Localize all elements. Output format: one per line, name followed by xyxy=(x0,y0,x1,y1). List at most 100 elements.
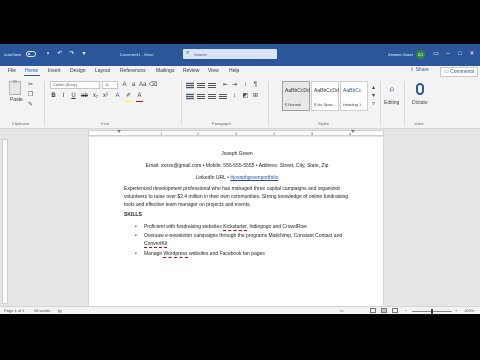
tab-review[interactable]: Review xyxy=(183,68,199,74)
styles-scroll-up-icon[interactable]: ▴ xyxy=(370,85,377,92)
italic-button[interactable]: I xyxy=(60,92,67,100)
skill-text: Manage xyxy=(144,251,164,257)
close-icon[interactable]: ✕ xyxy=(467,49,477,59)
search-input[interactable]: ⌕ Search xyxy=(183,49,277,59)
avatar[interactable]: ZG xyxy=(416,50,425,59)
read-mode-icon[interactable] xyxy=(370,308,376,313)
dictate-button[interactable]: Dictate xyxy=(412,100,428,107)
editing-button[interactable]: Editing xyxy=(384,100,399,107)
paste-icon[interactable] xyxy=(9,80,21,95)
tab-references[interactable]: References xyxy=(120,68,146,74)
word-count[interactable]: 98 words xyxy=(34,308,50,313)
document-page[interactable]: Joseph Green Email: xxxxx@gmail.com • Mo… xyxy=(88,137,384,306)
style-heading-1[interactable]: AaBbCc Heading 1 xyxy=(340,81,368,111)
zoom-in-icon[interactable]: + xyxy=(455,308,457,313)
linkedin-link[interactable]: #josephgreenportfolio xyxy=(230,175,278,181)
multilevel-list-icon[interactable] xyxy=(208,82,216,89)
format-painter-icon[interactable]: ✎ xyxy=(27,102,34,109)
video-letterbox-top xyxy=(0,0,480,44)
save-icon[interactable]: ▪ xyxy=(44,50,52,58)
shading-icon[interactable]: ◩ xyxy=(242,93,249,100)
styles-scroll-down-icon[interactable]: ▾ xyxy=(370,93,377,100)
bullets-icon[interactable] xyxy=(186,82,194,89)
change-case-icon[interactable]: Aa xyxy=(139,82,146,89)
grow-font-icon[interactable]: A xyxy=(121,82,128,89)
underline-button[interactable]: U xyxy=(70,92,77,100)
sort-icon[interactable]: ↕ xyxy=(242,82,249,89)
align-center-icon[interactable] xyxy=(197,93,205,100)
align-left-icon[interactable] xyxy=(186,93,194,100)
page-count[interactable]: Page 1 of 1 xyxy=(4,308,24,313)
autosave-toggle[interactable] xyxy=(26,51,36,57)
spelling-flag[interactable]: Wordpress xyxy=(163,251,188,258)
tab-mailings[interactable]: Mailings xyxy=(156,68,174,74)
web-layout-icon[interactable] xyxy=(392,308,398,313)
share-button[interactable]: ⇪ Share xyxy=(410,67,429,73)
resume-contact-line[interactable]: Email: xxxxx@gmail.com • Mobile: 555-555… xyxy=(89,163,385,169)
tab-help[interactable]: Help xyxy=(229,68,239,74)
increase-indent-icon[interactable]: ⇥ xyxy=(231,82,238,89)
skill-item[interactable]: Manage Wordpress websites and Facebook f… xyxy=(144,250,354,258)
tab-home[interactable]: Home xyxy=(25,68,38,74)
maximize-icon[interactable]: □ xyxy=(455,49,465,59)
copy-icon[interactable]: ❐ xyxy=(27,92,34,99)
tab-design[interactable]: Design xyxy=(70,68,86,74)
dictate-mic-icon[interactable] xyxy=(416,83,424,95)
spelling-flag[interactable]: Kickstarter xyxy=(223,224,247,231)
show-marks-icon[interactable]: ¶ xyxy=(252,82,259,89)
find-icon[interactable]: ⌕ xyxy=(385,83,399,97)
font-name-select[interactable]: Calibri (Body) xyxy=(50,81,100,89)
user-name[interactable]: Zeneco Gucci xyxy=(388,52,413,57)
align-right-icon[interactable] xyxy=(208,93,216,100)
styles-more-icon[interactable]: ▿ xyxy=(370,101,377,108)
customize-qat-icon[interactable]: ▾ xyxy=(80,50,88,58)
skill-item[interactable]: Proficient with fundraising websites Kic… xyxy=(144,223,354,231)
text-effects-icon[interactable]: A xyxy=(114,92,121,100)
shrink-font-icon[interactable]: a xyxy=(130,82,137,89)
strikethrough-button[interactable]: ab xyxy=(81,92,88,100)
paste-button-label[interactable]: Paste xyxy=(10,97,23,103)
bold-button[interactable]: B xyxy=(50,92,57,100)
tab-insert[interactable]: Insert xyxy=(48,68,61,74)
subscript-button[interactable]: x₂ xyxy=(92,92,99,100)
proofing-icon[interactable]: ▤ xyxy=(58,308,62,313)
clear-formatting-icon[interactable]: ⌫ xyxy=(149,82,157,89)
right-indent-marker[interactable] xyxy=(351,130,355,133)
spelling-flag[interactable]: ConvertKit xyxy=(144,241,168,248)
tab-file[interactable]: File xyxy=(8,68,16,74)
borders-icon[interactable]: ⊞ xyxy=(252,93,259,100)
ribbon-display-icon[interactable]: ▭ xyxy=(431,49,441,59)
indent-marker[interactable] xyxy=(117,130,121,133)
tab-layout[interactable]: Layout xyxy=(95,68,110,74)
redo-icon[interactable]: ↷ xyxy=(68,50,76,58)
highlight-icon[interactable]: ✐ xyxy=(125,92,132,100)
group-separator xyxy=(268,81,269,125)
minimize-icon[interactable]: – xyxy=(443,49,453,59)
decrease-indent-icon[interactable]: ⇤ xyxy=(222,82,229,89)
skills-heading[interactable]: SKILLS xyxy=(124,212,142,218)
line-spacing-icon[interactable]: ↕ xyxy=(231,93,238,100)
horizontal-ruler[interactable]: 1 2 3 4 5 6 xyxy=(88,130,384,136)
tab-view[interactable]: View xyxy=(208,68,219,74)
cut-icon[interactable]: ✂ xyxy=(27,82,34,89)
font-color-icon[interactable]: A xyxy=(136,92,143,100)
zoom-out-icon[interactable]: − xyxy=(405,308,407,313)
superscript-button[interactable]: x² xyxy=(102,92,109,100)
focus-icon[interactable]: ▭ xyxy=(340,308,344,313)
highlight-color-swatch xyxy=(125,101,132,102)
justify-icon[interactable] xyxy=(219,93,227,100)
style-normal[interactable]: AaBbCcDd ¶ Normal xyxy=(282,81,310,111)
numbering-icon[interactable] xyxy=(197,82,205,89)
resume-summary[interactable]: Experienced development professional who… xyxy=(124,185,352,209)
active-tab-indicator xyxy=(24,75,40,76)
skill-item[interactable]: Oversaw e-newsletter campaigns through t… xyxy=(144,232,354,248)
font-size-select[interactable]: 11 xyxy=(102,81,118,89)
print-layout-icon[interactable] xyxy=(381,308,387,313)
undo-icon[interactable]: ↶ xyxy=(56,50,64,58)
share-label: Share xyxy=(415,67,429,73)
resume-name[interactable]: Joseph Green xyxy=(89,151,385,157)
resume-linkedin-line[interactable]: LinkedIn URL • #josephgreenportfolio xyxy=(89,175,385,181)
zoom-level[interactable]: 100% xyxy=(464,308,474,313)
comments-button[interactable]: ▭ Comments xyxy=(440,67,479,77)
style-no-spacing[interactable]: AaBbCcDd ¶ No Spac... xyxy=(311,81,339,111)
